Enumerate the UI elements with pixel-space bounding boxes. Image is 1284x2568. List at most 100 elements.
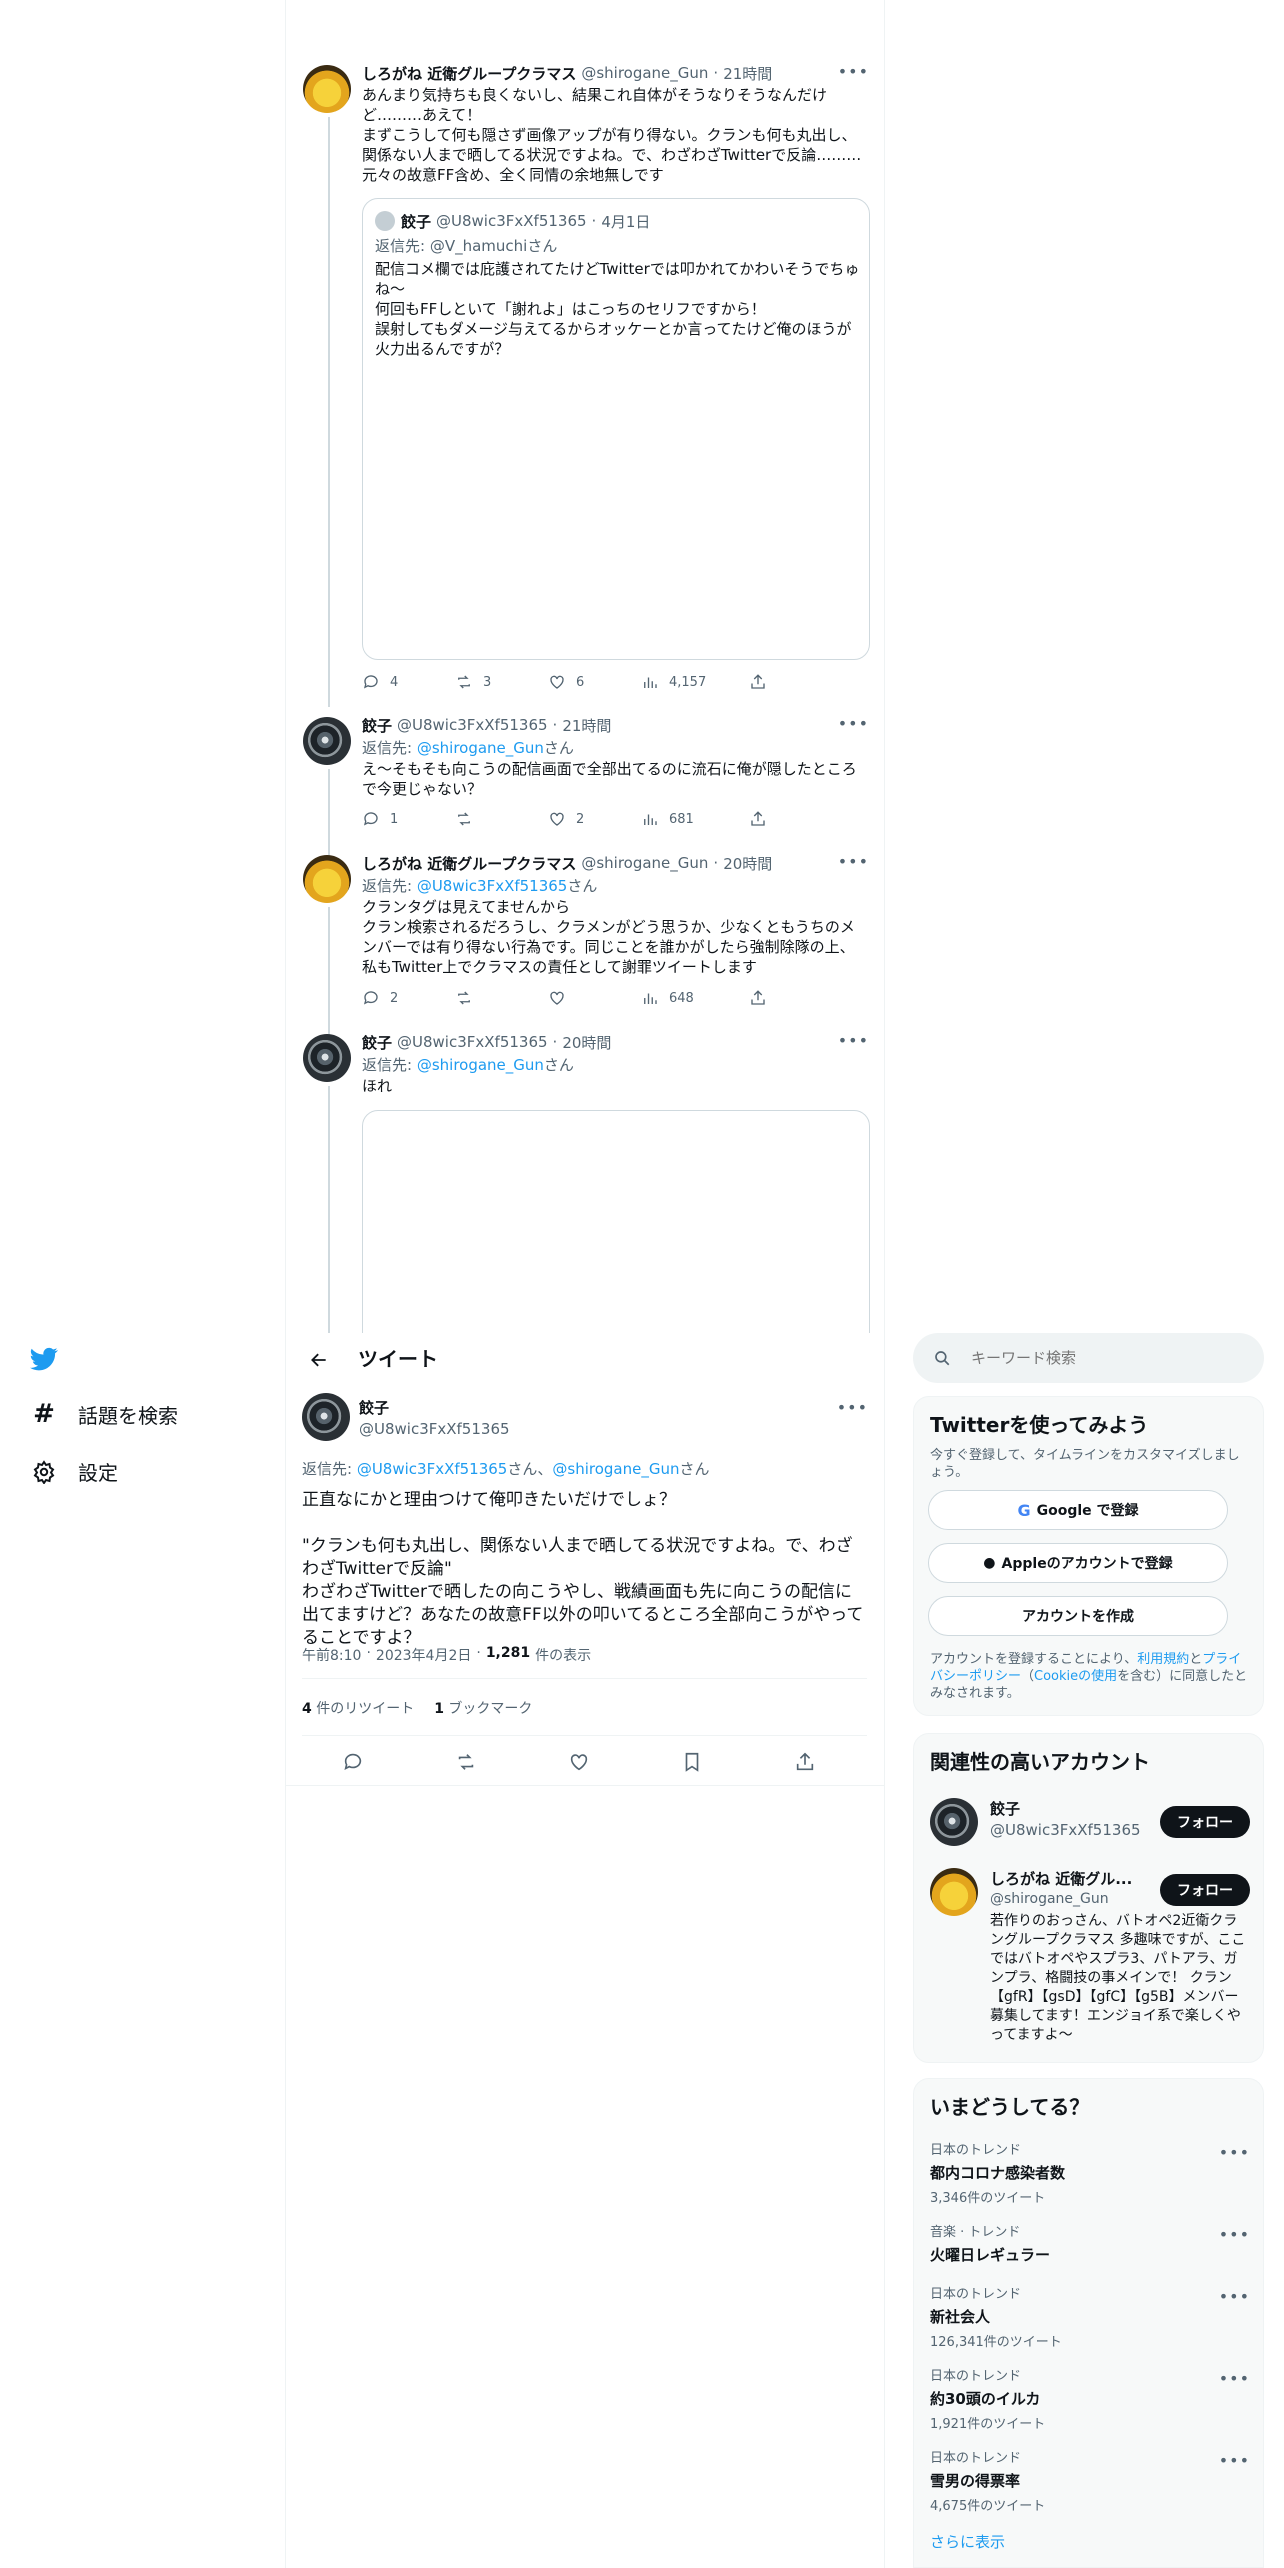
more-icon[interactable]: ••• xyxy=(838,854,869,870)
author-handle[interactable]: @U8wic3FxXf51365 xyxy=(359,1420,510,1438)
like-button[interactable] xyxy=(548,989,576,1007)
retweet-button[interactable] xyxy=(455,810,483,828)
quoted-tweet[interactable]: 餃子 @U8wic3FxXf51365 · 4月1日 返信先: @V_hamuc… xyxy=(362,198,870,660)
tweet-time[interactable]: 20時間 xyxy=(723,853,772,873)
nav-settings[interactable]: 設定 xyxy=(30,1457,118,1486)
reply-mention[interactable]: @shirogane_Gun xyxy=(417,739,544,757)
author-name[interactable]: 餃子 xyxy=(362,1032,392,1052)
account-handle[interactable]: @U8wic3FxXf51365 xyxy=(990,1821,1141,1839)
tweet-time[interactable]: 21時間 xyxy=(562,715,611,735)
main-tweet-avatar[interactable] xyxy=(302,1393,350,1441)
more-icon[interactable]: ••• xyxy=(837,1400,868,1416)
create-account-button[interactable]: アカウントを作成 xyxy=(928,1596,1228,1636)
reply-button[interactable]: 1 xyxy=(362,810,398,828)
like-button[interactable] xyxy=(568,1751,590,1773)
views-button[interactable]: 4,157 xyxy=(641,673,706,691)
google-signup-button[interactable]: G Google で登録 xyxy=(928,1490,1228,1530)
author-handle[interactable]: @shirogane_Gun xyxy=(581,64,708,82)
related-account-1[interactable]: 餃子 @U8wic3FxXf51365 フォロー xyxy=(930,1794,1250,1854)
views-button[interactable]: 681 xyxy=(641,810,694,828)
more-icon[interactable]: ••• xyxy=(838,1033,869,1049)
author-name[interactable]: しろがね 近衛グループクラマス xyxy=(362,63,576,83)
author-handle[interactable]: @U8wic3FxXf51365 xyxy=(397,716,548,734)
trend-item[interactable]: 日本のトレンド 雪男の得票率 4,675件のツイート ••• xyxy=(930,2447,1250,2514)
media-card[interactable] xyxy=(362,1110,870,1333)
reply-icon xyxy=(363,991,378,1005)
trend-item[interactable]: 日本のトレンド 都内コロナ感染者数 3,346件のツイート ••• xyxy=(930,2139,1250,2206)
avatar[interactable] xyxy=(303,855,351,903)
tweet-1[interactable]: しろがね 近衛グループクラマス @shirogane_Gun · 21時間 ••… xyxy=(301,63,884,707)
search-input[interactable] xyxy=(971,1349,1231,1367)
follow-button[interactable]: フォロー xyxy=(1160,1874,1250,1906)
avatar[interactable] xyxy=(303,1034,351,1082)
tweet-2[interactable]: 餃子 @U8wic3FxXf51365 · 21時間 ••• 返信先: @shi… xyxy=(301,715,884,859)
tweet-4[interactable]: 餃子 @U8wic3FxXf51365 · 20時間 ••• 返信先: @shi… xyxy=(301,1032,884,1333)
reply-mention-1[interactable]: @U8wic3FxXf51365 xyxy=(357,1460,508,1478)
tweet-time[interactable]: 午前8:10 xyxy=(302,1645,361,1665)
trend-item[interactable]: 日本のトレンド 約30頭のイルカ 1,921件のツイート ••• xyxy=(930,2365,1250,2432)
trend-item[interactable]: 日本のトレンド 新社会人 126,341件のツイート ••• xyxy=(930,2283,1250,2350)
author-name[interactable]: 餃子 xyxy=(359,1397,510,1418)
retweet-stat[interactable]: 4 件のリツイート xyxy=(302,1698,414,1718)
author-name[interactable]: 餃子 xyxy=(362,715,392,735)
tweet-time[interactable]: 20時間 xyxy=(562,1032,611,1052)
related-account-2[interactable]: しろがね 近衛グル... @shirogane_Gun フォロー 若作りのおっさ… xyxy=(930,1864,1250,2054)
more-icon[interactable]: ••• xyxy=(1219,2225,1250,2244)
thread-area: しろがね 近衛グループクラマス @shirogane_Gun · 21時間 ••… xyxy=(301,0,884,1333)
nav-explore[interactable]: # 話題を検索 xyxy=(30,1399,178,1429)
reply-mention[interactable]: @U8wic3FxXf51365 xyxy=(417,877,568,895)
tweet-time[interactable]: 21時間 xyxy=(723,63,772,83)
account-name[interactable]: しろがね 近衛グル... xyxy=(990,1868,1150,1889)
account-handle[interactable]: @shirogane_Gun xyxy=(990,1891,1150,1907)
back-arrow-icon[interactable] xyxy=(302,1343,336,1377)
retweet-button[interactable] xyxy=(455,1751,477,1773)
retweet-button[interactable]: 3 xyxy=(455,673,491,691)
tweet-text: クランタグは見えてませんから クラン検索されるだろうし、クラメンがどう思うか、少… xyxy=(362,898,855,976)
author-handle[interactable]: @shirogane_Gun xyxy=(581,854,708,872)
tweet-actions: 2 648 xyxy=(362,989,792,1009)
bookmark-button[interactable] xyxy=(681,1751,703,1773)
views-button[interactable]: 648 xyxy=(641,989,694,1007)
bookmark-stat[interactable]: 1 ブックマーク xyxy=(434,1698,532,1718)
main-tweet-author[interactable]: 餃子 @U8wic3FxXf51365 xyxy=(359,1397,510,1438)
follow-button[interactable]: フォロー xyxy=(1160,1806,1250,1838)
share-button[interactable] xyxy=(749,810,767,828)
more-icon[interactable]: ••• xyxy=(838,716,869,732)
apple-signup-label: Appleのアカウントで登録 xyxy=(1001,1556,1173,1572)
avatar[interactable] xyxy=(303,717,351,765)
reply-mention-2[interactable]: @shirogane_Gun xyxy=(552,1460,679,1478)
show-more-link[interactable]: さらに表示 xyxy=(930,2531,1005,2552)
tweet-3[interactable]: しろがね 近衛グループクラマス @shirogane_Gun · 20時間 ••… xyxy=(301,853,884,1037)
search-box[interactable] xyxy=(913,1333,1264,1383)
author-name[interactable]: しろがね 近衛グループクラマス xyxy=(362,853,576,873)
terms-link[interactable]: 利用規約 xyxy=(1137,1652,1189,1667)
reply-button[interactable]: 2 xyxy=(362,989,398,1007)
cookie-link[interactable]: Cookieの使用 xyxy=(1034,1669,1117,1684)
more-icon[interactable]: ••• xyxy=(1219,2143,1250,2162)
view-count: 648 xyxy=(669,990,694,1006)
share-button[interactable] xyxy=(749,989,767,1007)
more-icon[interactable]: ••• xyxy=(1219,2287,1250,2306)
avatar[interactable] xyxy=(303,65,351,113)
more-icon[interactable]: ••• xyxy=(1219,2369,1250,2388)
account-name[interactable]: 餃子 xyxy=(990,1798,1141,1819)
reply-button[interactable] xyxy=(342,1751,364,1773)
account-avatar[interactable] xyxy=(930,1868,978,1916)
apple-signup-button[interactable]: ● Appleのアカウントで登録 xyxy=(928,1543,1228,1583)
more-icon[interactable]: ••• xyxy=(838,64,869,80)
share-button[interactable] xyxy=(794,1751,816,1773)
account-avatar[interactable] xyxy=(930,1798,978,1846)
twitter-logo-icon[interactable] xyxy=(28,1345,62,1375)
share-button[interactable] xyxy=(749,673,767,691)
author-handle[interactable]: @U8wic3FxXf51365 xyxy=(397,1033,548,1051)
like-button[interactable]: 6 xyxy=(548,673,584,691)
reply-prefix: 返信先: xyxy=(302,1460,357,1478)
reply-mention[interactable]: @shirogane_Gun xyxy=(417,1056,544,1074)
like-button[interactable]: 2 xyxy=(548,810,584,828)
reply-button[interactable]: 4 xyxy=(362,673,398,691)
trend-item[interactable]: 音楽 · トレンド 火曜日レギュラー ••• xyxy=(930,2221,1250,2265)
retweet-button[interactable] xyxy=(455,989,483,1007)
tweet-date[interactable]: 2023年4月2日 xyxy=(376,1645,471,1665)
more-icon[interactable]: ••• xyxy=(1219,2451,1250,2470)
apple-icon: ● xyxy=(983,1555,996,1571)
